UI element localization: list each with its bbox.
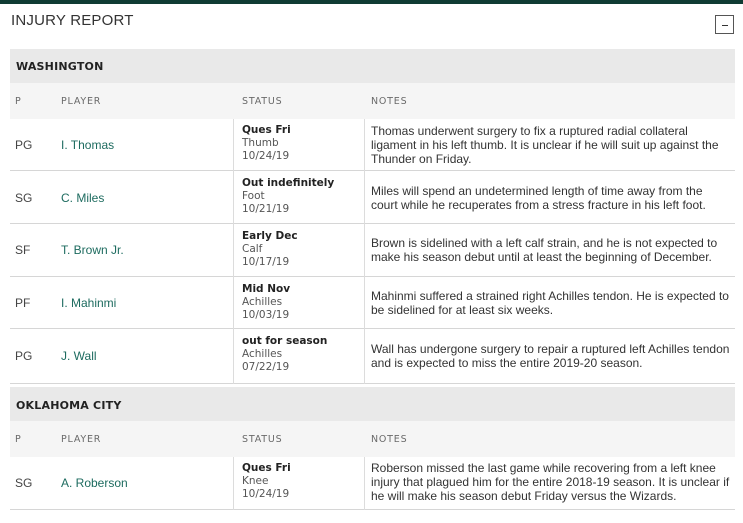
table-row: PG I. Thomas Ques Fri Thumb 10/24/19 Tho… bbox=[10, 119, 735, 171]
player-position: PG bbox=[15, 138, 33, 152]
top-accent-bar bbox=[0, 0, 743, 4]
injury-notes: Thomas underwent surgery to fix a ruptur… bbox=[371, 124, 719, 166]
injury-date: 10/24/19 bbox=[242, 150, 290, 162]
table-row: SG C. Miles Out indefinitely Foot 10/21/… bbox=[10, 172, 735, 224]
status-text: Ques Fri bbox=[242, 124, 291, 136]
table-row: PG J. Wall out for season Achilles 07/22… bbox=[10, 330, 735, 384]
player-link[interactable]: I. Thomas bbox=[61, 138, 114, 152]
injury-type: Calf bbox=[242, 243, 263, 255]
injury-date: 10/21/19 bbox=[242, 203, 290, 215]
minus-icon bbox=[721, 24, 728, 27]
column-divider bbox=[233, 119, 234, 384]
injury-type: Achilles bbox=[242, 296, 283, 308]
injury-date: 10/17/19 bbox=[242, 256, 290, 268]
status-text: Early Dec bbox=[242, 230, 298, 242]
injury-type: Achilles bbox=[242, 348, 283, 360]
player-position: PF bbox=[15, 296, 31, 310]
injury-date: 07/22/19 bbox=[242, 361, 290, 373]
status-text: Ques Fri bbox=[242, 462, 291, 474]
table-row: SF T. Brown Jr. Early Dec Calf 10/17/19 … bbox=[10, 225, 735, 277]
collapse-button[interactable] bbox=[715, 15, 734, 34]
injury-notes: Roberson missed the last game while reco… bbox=[371, 461, 730, 503]
player-link[interactable]: T. Brown Jr. bbox=[61, 243, 124, 257]
status-cell: Ques Fri Knee 10/24/19 bbox=[242, 462, 291, 501]
injury-type: Thumb bbox=[242, 137, 279, 149]
player-position: SG bbox=[15, 476, 33, 490]
column-header-notes: NOTES bbox=[371, 434, 408, 445]
column-header-status: STATUS bbox=[242, 96, 283, 107]
team-name: WASHINGTON bbox=[16, 60, 104, 73]
table-row: SG A. Roberson Ques Fri Knee 10/24/19 Ro… bbox=[10, 457, 735, 510]
column-header-notes: NOTES bbox=[371, 96, 408, 107]
team-name: OKLAHOMA CITY bbox=[16, 399, 122, 412]
player-position: PG bbox=[15, 349, 33, 363]
player-link[interactable]: C. Miles bbox=[61, 191, 104, 205]
column-header-row: P PLAYER STATUS NOTES bbox=[10, 421, 735, 457]
injury-notes: Mahinmi suffered a strained right Achill… bbox=[371, 289, 729, 317]
team-header-washington: WASHINGTON bbox=[10, 49, 735, 83]
injury-type: Knee bbox=[242, 475, 269, 487]
table-row: PF I. Mahinmi Mid Nov Achilles 10/03/19 … bbox=[10, 278, 735, 329]
column-divider bbox=[364, 119, 365, 384]
injury-notes: Wall has undergone surgery to repair a r… bbox=[371, 342, 730, 370]
injury-date: 10/03/19 bbox=[242, 309, 290, 321]
status-cell: out for season Achilles 07/22/19 bbox=[242, 335, 327, 374]
column-header-status: STATUS bbox=[242, 434, 283, 445]
player-link[interactable]: J. Wall bbox=[61, 349, 97, 363]
status-cell: Ques Fri Thumb 10/24/19 bbox=[242, 124, 291, 163]
player-position: SF bbox=[15, 243, 31, 257]
injury-date: 10/24/19 bbox=[242, 488, 290, 500]
status-text: Out indefinitely bbox=[242, 177, 335, 189]
status-cell: Early Dec Calf 10/17/19 bbox=[242, 230, 298, 269]
column-divider bbox=[364, 457, 365, 510]
column-header-pos: P bbox=[15, 434, 22, 445]
team-header-oklahoma-city: OKLAHOMA CITY bbox=[10, 387, 735, 421]
injury-notes: Brown is sidelined with a left calf stra… bbox=[371, 236, 718, 264]
status-cell: Out indefinitely Foot 10/21/19 bbox=[242, 177, 334, 216]
player-link[interactable]: I. Mahinmi bbox=[61, 296, 116, 310]
injury-notes: Miles will spend an undetermined length … bbox=[371, 184, 706, 212]
column-divider bbox=[233, 457, 234, 510]
page-title: INJURY REPORT bbox=[11, 12, 134, 29]
column-header-pos: P bbox=[15, 96, 22, 107]
injury-type: Foot bbox=[242, 190, 265, 202]
player-position: SG bbox=[15, 191, 33, 205]
column-header-row: P PLAYER STATUS NOTES bbox=[10, 83, 735, 119]
status-text: out for season bbox=[242, 335, 328, 347]
column-header-player: PLAYER bbox=[61, 96, 102, 107]
status-cell: Mid Nov Achilles 10/03/19 bbox=[242, 283, 290, 322]
player-link[interactable]: A. Roberson bbox=[61, 476, 128, 490]
status-text: Mid Nov bbox=[242, 283, 291, 295]
column-header-player: PLAYER bbox=[61, 434, 102, 445]
